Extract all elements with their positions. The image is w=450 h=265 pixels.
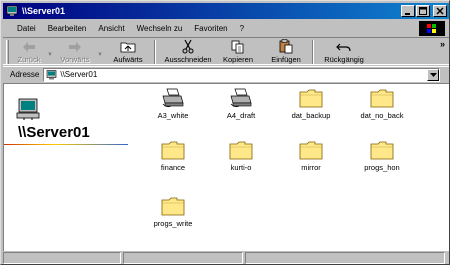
address-label: Adresse: [10, 70, 40, 79]
item-label: mirror: [301, 163, 321, 172]
address-value: \\Server01: [60, 70, 98, 79]
item-dat-backup[interactable]: dat_backup: [279, 87, 343, 120]
title-bar[interactable]: \\Server01: [3, 3, 449, 19]
forward-label: Vorwärts: [60, 55, 90, 64]
paste-label: Einfügen: [271, 55, 301, 64]
menu-datei[interactable]: Datei: [11, 24, 42, 33]
status-pane: [3, 252, 121, 264]
address-input[interactable]: \\Server01: [43, 67, 441, 82]
folder-icon: [161, 141, 185, 160]
item-progs-write[interactable]: progs_write: [141, 195, 205, 228]
scissors-icon: [182, 39, 194, 54]
toolbar-overflow-icon[interactable]: »: [440, 39, 445, 49]
item-a3-white[interactable]: A3_white: [141, 87, 205, 120]
up-label: Aufwärts: [113, 55, 143, 64]
item-label: dat_no_back: [360, 111, 404, 120]
back-arrow-icon: [23, 41, 35, 52]
cut-label: Ausschneiden: [164, 55, 212, 64]
item-label: progs_write: [153, 219, 193, 228]
up-folder-icon: [120, 42, 136, 53]
status-bar: [3, 252, 449, 264]
chevron-down-icon: [429, 72, 437, 77]
status-pane: [245, 252, 445, 264]
forward-button[interactable]: Vorwärts: [54, 38, 96, 66]
toolbar: Zurück ▼ Vorwärts ▼ Aufwärts Ausschneide…: [3, 37, 449, 65]
menu-wechseln-zu[interactable]: Wechseln zu: [131, 24, 189, 33]
toolbar-grip[interactable]: [6, 40, 9, 64]
menu-ansicht[interactable]: Ansicht: [92, 24, 130, 33]
folder-icon: [229, 141, 253, 160]
address-dropdown-button[interactable]: [427, 68, 440, 81]
windows-logo-icon: [419, 21, 445, 36]
up-button[interactable]: Aufwärts: [108, 38, 148, 66]
menu-favoriten[interactable]: Favoriten: [188, 24, 233, 33]
forward-dropdown-icon[interactable]: ▼: [96, 38, 104, 58]
network-folder-icon: [6, 5, 18, 16]
item-label: A4_draft: [226, 111, 256, 120]
item-label: finance: [160, 163, 186, 172]
item-a4-draft[interactable]: A4_draft: [209, 87, 273, 120]
printer-icon: [162, 88, 184, 108]
title-divider: [4, 144, 128, 145]
item-kurti-o[interactable]: kurti-o: [209, 139, 273, 172]
back-button[interactable]: Zurück: [12, 38, 46, 66]
back-dropdown-icon[interactable]: ▼: [46, 38, 54, 58]
menu-bar: Datei Bearbeiten Ansicht Wechseln zu Fav…: [3, 20, 449, 36]
minimize-button[interactable]: [401, 5, 415, 17]
item-label: dat_backup: [291, 111, 331, 120]
explorer-window: \\Server01 Datei Bearbeiten Ansicht Wech…: [0, 0, 450, 265]
forward-arrow-icon: [69, 41, 81, 52]
back-label: Zurück: [17, 55, 41, 64]
item-finance[interactable]: finance: [141, 139, 205, 172]
status-pane: [123, 252, 243, 264]
item-dat-no-back[interactable]: dat_no_back: [350, 87, 414, 120]
cut-button[interactable]: Ausschneiden: [162, 38, 214, 66]
folder-icon: [299, 141, 323, 160]
folder-view[interactable]: \\Server01 A3_white A4_draft dat_backup …: [3, 83, 449, 251]
item-mirror[interactable]: mirror: [279, 139, 343, 172]
folder-icon: [370, 89, 394, 108]
paste-icon: [279, 39, 293, 54]
server-title: \\Server01: [18, 124, 90, 141]
undo-icon: [336, 43, 351, 51]
copy-icon: [231, 40, 244, 53]
copy-button[interactable]: Kopieren: [218, 38, 258, 66]
item-label: A3_white: [157, 111, 189, 120]
web-view-panel: \\Server01: [4, 84, 134, 250]
paste-button[interactable]: Einfügen: [266, 38, 306, 66]
menu-bearbeiten[interactable]: Bearbeiten: [42, 24, 93, 33]
network-computer-icon: [47, 69, 57, 79]
toolbar-separator: [312, 40, 314, 64]
maximize-icon: [419, 7, 427, 15]
copy-label: Kopieren: [222, 55, 254, 64]
minimize-icon: [405, 13, 410, 15]
server-computer-icon: [16, 98, 40, 120]
item-label: progs_hon: [364, 163, 400, 172]
folder-icon: [299, 89, 323, 108]
address-bar: Adresse \\Server01: [3, 66, 449, 82]
maximize-button[interactable]: [416, 5, 430, 17]
close-button[interactable]: [433, 5, 447, 17]
undo-label: Rückgängig: [324, 55, 364, 64]
undo-button[interactable]: Rückgängig: [320, 38, 368, 66]
close-icon: [436, 7, 444, 15]
folder-icon: [161, 197, 185, 216]
menu-help[interactable]: ?: [234, 24, 250, 33]
item-progs-hon[interactable]: progs_hon: [350, 139, 414, 172]
window-title: \\Server01: [22, 6, 66, 16]
item-label: kurti-o: [230, 163, 252, 172]
toolbar-separator: [154, 40, 156, 64]
printer-icon: [230, 88, 252, 108]
folder-icon: [370, 141, 394, 160]
